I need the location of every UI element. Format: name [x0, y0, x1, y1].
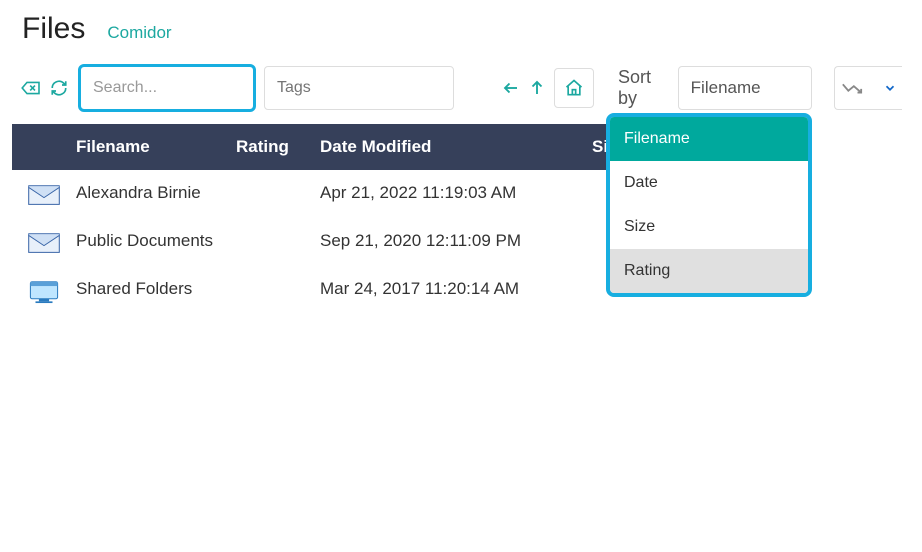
chevron-down-icon[interactable]	[883, 81, 897, 95]
row-date: Sep 21, 2020 12:11:09 PM	[320, 228, 592, 254]
sort-option-size[interactable]: Size	[610, 205, 808, 249]
search-input[interactable]	[78, 64, 256, 112]
col-header-date[interactable]: Date Modified	[320, 137, 592, 157]
sort-select[interactable]: Filename	[678, 66, 813, 110]
row-date: Apr 21, 2022 11:19:03 AM	[320, 180, 592, 206]
row-filename: Shared Folders	[76, 276, 236, 302]
sort-option-date[interactable]: Date	[610, 161, 808, 205]
table-row[interactable]: Shared Folders Mar 24, 2017 11:20:14 AM	[12, 266, 648, 316]
brand-link[interactable]: Comidor	[107, 23, 171, 43]
sort-dropdown: FilenameDateSizeRating	[606, 113, 812, 297]
sort-by-label: Sort by	[618, 67, 662, 109]
table-header: Filename Rating Date Modified Size	[12, 124, 648, 170]
row-filename: Alexandra Birnie	[76, 180, 236, 206]
sort-select-value: Filename	[691, 78, 761, 98]
page-title: Files	[22, 12, 85, 46]
delete-icon[interactable]	[20, 77, 42, 99]
folder-icon	[12, 228, 76, 256]
col-header-rating[interactable]: Rating	[236, 137, 320, 157]
sort-option-filename[interactable]: Filename	[610, 117, 808, 161]
sort-option-rating[interactable]: Rating	[610, 249, 808, 293]
tags-input[interactable]	[264, 66, 454, 110]
home-button[interactable]	[554, 68, 594, 108]
row-filename: Public Documents	[76, 228, 236, 254]
up-icon[interactable]	[528, 79, 548, 97]
refresh-icon[interactable]	[48, 77, 70, 99]
back-icon[interactable]	[502, 79, 522, 97]
col-header-filename[interactable]: Filename	[76, 137, 236, 157]
folder-icon	[12, 276, 76, 306]
sort-direction-icon[interactable]	[841, 81, 863, 95]
table-row[interactable]: Alexandra Birnie Apr 21, 2022 11:19:03 AM	[12, 170, 648, 218]
folder-icon	[12, 180, 76, 208]
table-row[interactable]: Public Documents Sep 21, 2020 12:11:09 PM	[12, 218, 648, 266]
row-date: Mar 24, 2017 11:20:14 AM	[320, 276, 592, 302]
file-table: Filename Rating Date Modified Size Alexa…	[12, 124, 648, 316]
